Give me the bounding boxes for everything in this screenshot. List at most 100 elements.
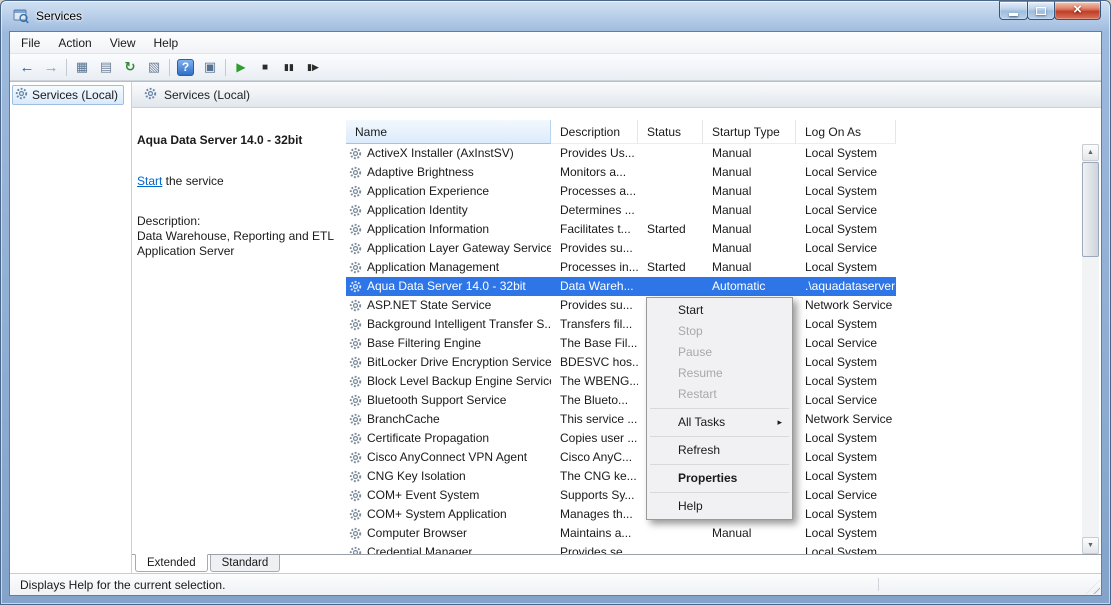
service-name-label: ASP.NET State Service (367, 298, 492, 312)
menu-help[interactable]: Help (145, 33, 188, 53)
vertical-scrollbar[interactable]: ▲ ▼ (1082, 144, 1099, 554)
menu-action[interactable]: Action (49, 33, 100, 53)
services-gear-icon (144, 87, 157, 103)
context-menu-start[interactable]: Start (648, 300, 791, 321)
service-row-cisco-anyconnect-vpn-agent[interactable]: Cisco AnyConnect VPN Agent Cisco AnyC... L… (346, 448, 896, 467)
maximize-button[interactable] (1027, 1, 1055, 20)
context-menu-restart: Restart (678, 387, 717, 401)
tree-item-services-local[interactable]: Services (Local) (12, 85, 125, 105)
service-row-computer-browser[interactable]: Computer Browser Maintains a... Manual Loca… (346, 524, 896, 543)
service-row-application-experience[interactable]: Application Experience Processes a... Manu… (346, 182, 896, 201)
back-icon[interactable]: ← (15, 56, 39, 78)
service-log-on-as-cell: Local System (805, 222, 878, 236)
close-button[interactable]: × (1054, 1, 1101, 20)
service-name-cell: ASP.NET State Service (346, 296, 551, 315)
context-menu: Start Stop Pause Resume Restart All Tasks ▸ Ref… (646, 297, 793, 520)
context-menu-refresh[interactable]: Refresh (648, 440, 791, 461)
start-service-icon[interactable]: ▶ (229, 56, 253, 78)
service-row-asp-net-state-service[interactable]: ASP.NET State Service Provides su... Netwo… (346, 296, 896, 315)
column-header-name[interactable]: Name (346, 120, 551, 144)
display-icon[interactable]: ▣ (198, 56, 222, 78)
service-row-cng-key-isolation[interactable]: CNG Key Isolation The CNG ke... Local Syst… (346, 467, 896, 486)
service-row-adaptive-brightness[interactable]: Adaptive Brightness Monitors a... Manual Lo… (346, 163, 896, 182)
service-name-label: Aqua Data Server 14.0 - 32bit (367, 279, 526, 293)
resize-grip[interactable] (1086, 580, 1100, 594)
service-gear-icon (349, 185, 362, 198)
service-row-application-information[interactable]: Application Information Facilitates t... S… (346, 220, 896, 239)
service-description-cell: Cisco AnyC... (560, 450, 633, 464)
service-log-on-as-cell: Local Service (805, 393, 878, 407)
service-name-label: Certificate Propagation (367, 431, 490, 445)
service-row-application-identity[interactable]: Application Identity Determines ... Manual… (346, 201, 896, 220)
app-icon (13, 8, 29, 24)
scroll-down-button[interactable]: ▼ (1082, 537, 1099, 554)
service-startup-type-cell: Manual (712, 146, 752, 160)
start-service-link[interactable]: Start (137, 174, 162, 188)
service-row-aqua-data-server-14-0-32bit[interactable]: Aqua Data Server 14.0 - 32bit Data Wareh.… (346, 277, 896, 296)
context-menu-all-tasks[interactable]: All Tasks ▸ (648, 412, 791, 433)
service-row-application-management[interactable]: Application Management Processes in... Sta… (346, 258, 896, 277)
tab-standard[interactable]: Standard (209, 555, 281, 572)
service-gear-icon (349, 527, 362, 540)
minimize-icon (1009, 13, 1018, 16)
service-row-certificate-propagation[interactable]: Certificate Propagation Copies user ... Lo… (346, 429, 896, 448)
menu-file[interactable]: File (12, 33, 49, 53)
properties-icon[interactable]: ▧ (142, 56, 166, 78)
service-log-on-as-cell: Local System (805, 545, 878, 554)
service-description-cell: Processes a... (560, 184, 637, 198)
pause-service-icon[interactable]: ▮▮ (277, 56, 301, 78)
service-row-com-event-system[interactable]: COM+ Event System Supports Sy... Local Ser… (346, 486, 896, 505)
export-list-icon[interactable]: ▤ (94, 56, 118, 78)
service-description-cell: This service ... (560, 412, 638, 426)
column-header-description[interactable]: Description (551, 120, 638, 144)
status-divider (878, 578, 879, 591)
scroll-thumb[interactable] (1082, 162, 1099, 257)
service-gear-icon (349, 432, 362, 445)
toolbar: ← → ▦ ▤ ↻ ▧? ▣ ▶ ■ ▮▮ ▮▶ (10, 54, 1101, 81)
close-icon: × (1073, 1, 1082, 18)
service-startup-type-cell: Manual (712, 222, 752, 236)
service-name-label: Base Filtering Engine (367, 336, 482, 350)
service-row-bluetooth-support-service[interactable]: Bluetooth Support Service The Blueto... Lo… (346, 391, 896, 410)
service-gear-icon (349, 413, 362, 426)
stop-service-icon[interactable]: ■ (253, 56, 277, 78)
scroll-up-button[interactable]: ▲ (1082, 144, 1099, 161)
service-description-cell: Maintains a... (560, 526, 632, 540)
service-log-on-as-cell: Local Service (805, 488, 878, 502)
help-icon[interactable]: ? (177, 58, 194, 76)
toolbar-separator (66, 58, 67, 76)
window-title: Services (36, 8, 83, 23)
forward-icon[interactable]: → (39, 56, 63, 78)
tab-extended[interactable]: Extended (135, 554, 208, 572)
service-log-on-as-cell: Network Service (805, 412, 893, 426)
service-row-branchcache[interactable]: BranchCache This service ... Network Servi… (346, 410, 896, 429)
service-row-bitlocker-drive-encryption-service[interactable]: BitLocker Drive Encryption Service BDESVC… (346, 353, 896, 372)
context-menu-properties[interactable]: Properties (648, 468, 791, 489)
service-log-on-as-cell: Local System (805, 507, 878, 521)
column-header-startup-type[interactable]: Startup Type (703, 120, 796, 144)
service-row-credential-manager[interactable]: Credential Manager Provides se... Local Sy… (346, 543, 896, 554)
service-log-on-as-cell: Local System (805, 317, 878, 331)
column-header-log-on-as[interactable]: Log On As (796, 120, 896, 144)
service-name-label: Application Identity (367, 203, 468, 217)
show-console-tree-icon[interactable]: ▦ (70, 56, 94, 78)
service-row-application-layer-gateway-service[interactable]: Application Layer Gateway Service Provide… (346, 239, 896, 258)
status-bar: Displays Help for the current selection. (10, 573, 1101, 595)
service-row-com-system-application[interactable]: COM+ System Application Manages th... Loca… (346, 505, 896, 524)
refresh-icon[interactable]: ↻ (118, 56, 142, 78)
column-header-status[interactable]: Status (638, 120, 703, 144)
service-name-label: Credential Manager (367, 545, 473, 554)
minimize-button[interactable] (999, 1, 1028, 20)
title-bar[interactable]: Services (1, 1, 1110, 30)
panel-header: Services (Local) (132, 82, 1101, 108)
service-row-base-filtering-engine[interactable]: Base Filtering Engine The Base Fil... Loca… (346, 334, 896, 353)
service-row-background-intelligent-transfer-s[interactable]: Background Intelligent Transfer S... Tran… (346, 315, 896, 334)
menu-view[interactable]: View (101, 33, 145, 53)
context-menu-help[interactable]: Help (648, 496, 791, 517)
service-row-block-level-backup-engine-service[interactable]: Block Level Backup Engine Service The WBE… (346, 372, 896, 391)
service-name-cell: BitLocker Drive Encryption Service (346, 353, 551, 372)
service-row-activex-installer-axinstsv[interactable]: ActiveX Installer (AxInstSV) Provides Us.… (346, 144, 896, 163)
service-startup-type-cell: Manual (712, 241, 752, 255)
restart-service-icon[interactable]: ▮▶ (301, 56, 325, 78)
service-log-on-as-cell: Local System (805, 526, 878, 540)
